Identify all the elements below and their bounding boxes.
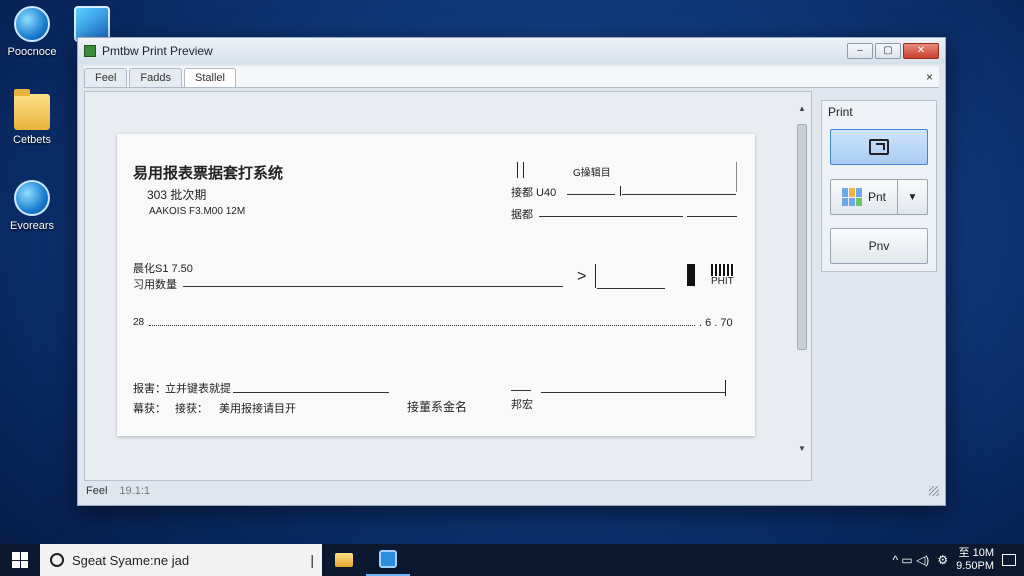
print-split-main[interactable]: Pnt [831, 180, 897, 214]
marker-bar [620, 186, 621, 196]
footer-label-1: 报害： [133, 383, 166, 395]
system-tray: ^ ▭ ◁) ⚙ 至 10M 9.50PM [892, 547, 1024, 573]
document-page: 易用报表票据套打系统 303 批次期 AAKOIS F3.M00 12M G操辑… [117, 134, 755, 436]
windows-logo-icon [12, 552, 28, 568]
footer-label-2: 幕获： [133, 403, 166, 415]
footer-value-1: 立并键表就提 [165, 383, 231, 395]
right-header: G操辑目 [573, 168, 611, 179]
scroll-thumb[interactable] [797, 124, 807, 350]
taskbar-search[interactable]: Sgeat Syame:ne jad | [40, 544, 322, 576]
scroll-track[interactable] [794, 116, 810, 444]
footer-value-3: 美用报接请目开 [219, 403, 296, 415]
tray-glyph-icon[interactable]: ⚙ [937, 553, 948, 567]
footer-value-2: 接获： [175, 403, 208, 415]
folder-icon [14, 89, 50, 130]
tab-stallel[interactable]: Stallel [183, 68, 236, 87]
marker-bar [725, 380, 726, 396]
text-cursor-icon: | [310, 552, 314, 568]
barcode-icon [711, 264, 735, 276]
window-controls: – ▢ ✕ [847, 43, 945, 59]
clock[interactable]: 至 10M 9.50PM [956, 547, 994, 573]
scroll-up-icon[interactable]: ▲ [794, 104, 810, 116]
document-line2: AAKOIS F3.M00 12M [149, 206, 246, 217]
marker-bar [523, 162, 524, 178]
dotted-start-label: 28 [133, 317, 145, 328]
print-button[interactable] [830, 129, 928, 165]
minimize-button[interactable]: – [847, 43, 873, 59]
field-a-line [567, 194, 615, 195]
payee-line [183, 286, 563, 287]
print-preview-window: Pmtbw Print Preview – ▢ ✕ Feel Fadds Sta… [77, 37, 946, 506]
globe-icon [14, 6, 50, 42]
field-b-line [539, 216, 683, 217]
marker-bar [736, 162, 737, 192]
title-bar[interactable]: Pmtbw Print Preview – ▢ ✕ [78, 38, 945, 64]
close-tab-icon[interactable]: × [920, 70, 939, 87]
print-icon [869, 139, 889, 155]
taskbar-app[interactable] [366, 544, 410, 576]
amount-label: 晨化S1 7.50 [133, 263, 193, 275]
barcode-text: PHIT [711, 276, 734, 287]
field-a-label: 接都 U40 [511, 187, 557, 199]
grid-icon [841, 188, 862, 206]
preview-area: 易用报表票据套打系统 303 批次期 AAKOIS F3.M00 12M G操辑… [84, 91, 812, 481]
app-icon [84, 45, 96, 57]
print-split-button[interactable]: Pnt ▼ [830, 179, 928, 215]
preview-button[interactable]: Pnv [830, 228, 928, 264]
tab-strip: Feel Fadds Stallel × [84, 66, 939, 88]
barcode-block [687, 264, 695, 286]
footer-line-3 [541, 392, 725, 393]
desktop-icon-label: Cetbets [13, 134, 51, 146]
desktop-icon-0[interactable]: Poocnoce [0, 6, 64, 58]
cortana-icon [50, 553, 64, 567]
print-panel-title: Print [828, 105, 853, 119]
search-text: Sgeat Syame:ne jad [72, 552, 190, 568]
marker-bar [595, 264, 596, 288]
tab-fadds[interactable]: Fadds [129, 68, 182, 87]
desktop-icon-label: Poocnoce [7, 46, 57, 58]
scroll-down-icon[interactable]: ▼ [794, 444, 810, 456]
amount-line [597, 288, 665, 289]
status-left: Feel [86, 485, 108, 497]
tab-feel[interactable]: Feel [84, 68, 128, 87]
window-title: Pmtbw Print Preview [102, 44, 213, 58]
print-panel: Print Pnt ▼ Pnv [821, 100, 937, 272]
field-b-line-2 [687, 216, 737, 217]
app-icon [379, 550, 397, 568]
footer-center: 接董系金名 [407, 400, 468, 414]
maximize-button[interactable]: ▢ [875, 43, 901, 59]
desktop-icon-2[interactable]: Cetbets [0, 89, 64, 146]
folder-icon [335, 553, 353, 567]
windows-icon [14, 180, 50, 216]
taskbar-file-explorer[interactable] [322, 544, 366, 576]
clock-line-1: 至 10M [958, 547, 994, 559]
marker-bar [517, 162, 518, 178]
footer-line-2 [511, 390, 531, 391]
document-line1: 303 批次期 [147, 188, 207, 202]
close-button[interactable]: ✕ [903, 43, 939, 59]
start-button[interactable] [0, 544, 40, 576]
desktop-icon-label: Evorears [9, 220, 55, 232]
taskbar: Sgeat Syame:ne jad | ^ ▭ ◁) ⚙ 至 10M 9.50… [0, 544, 1024, 576]
notification-icon[interactable] [1002, 554, 1016, 566]
footer-line-1 [233, 392, 389, 393]
tray-icons[interactable]: ^ ▭ ◁) [892, 553, 929, 567]
resize-grip-icon[interactable] [929, 486, 939, 496]
field-a-line-2 [622, 194, 736, 195]
status-bar: Feel 19.1:1 [84, 482, 939, 500]
print-split-label: Pnt [867, 190, 886, 204]
footer-right: 邦宏 [511, 399, 533, 411]
dotted-end-label: . 6 . 70 [699, 317, 733, 329]
clock-line-2: 9.50PM [956, 560, 994, 572]
dotted-line [149, 325, 695, 326]
status-right: 19.1:1 [119, 485, 150, 497]
document-title: 易用报表票据套打系统 [133, 165, 284, 182]
field-b-label: 据都 [511, 209, 533, 221]
payee-label: 习用数量 [133, 279, 177, 291]
vertical-scrollbar[interactable]: ▲ ▼ [794, 104, 810, 460]
chevron-right-icon: > [577, 268, 587, 285]
desktop-icon-3[interactable]: Evorears [0, 180, 64, 232]
chevron-down-icon[interactable]: ▼ [897, 180, 927, 214]
